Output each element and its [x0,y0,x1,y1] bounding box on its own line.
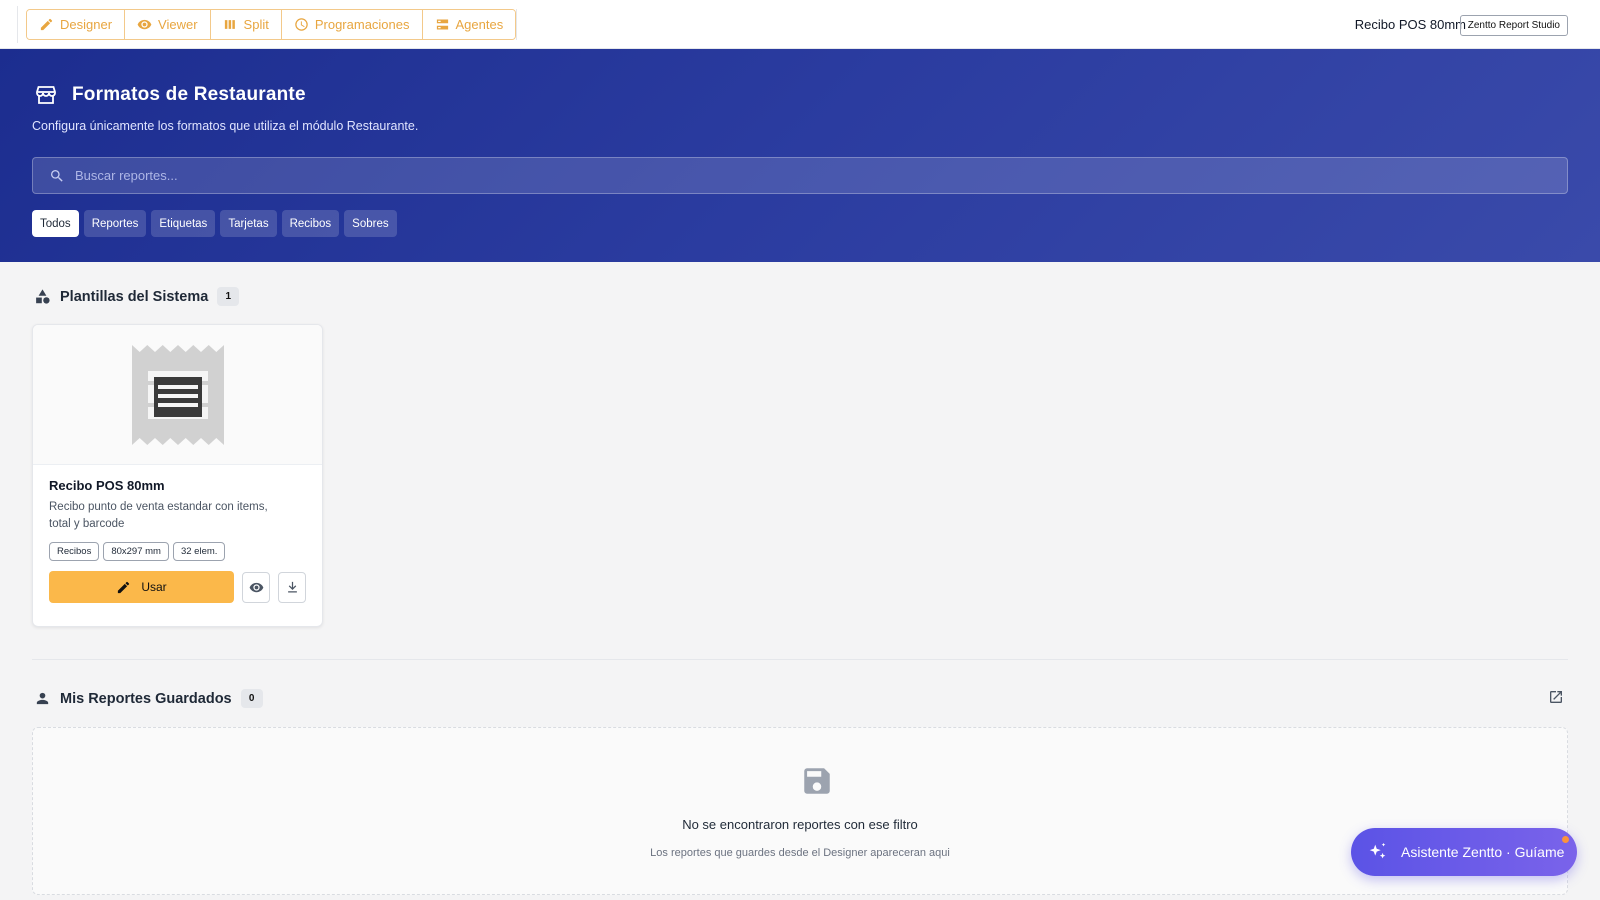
eye-icon [249,582,263,592]
mode-switcher: Designer Viewer Split Programaciones Age… [26,9,517,40]
search-box [32,157,1568,194]
section-title: Mis Reportes Guardados [60,690,232,707]
assistant-label: Asistente Zentto · Guíame [1401,844,1565,860]
toolbar-divider-left [17,6,18,43]
template-title: Recibo POS 80mm [49,478,165,493]
filter-chip-etiquetas[interactable]: Etiquetas [151,210,216,237]
eye-icon [137,19,152,30]
page-header: Formatos de Restaurante Configura únicam… [0,49,1600,262]
template-card[interactable]: Recibo POS 80mm Recibo punto de venta es… [32,324,323,627]
mode-label: Agentes [455,17,504,32]
save-icon [804,768,830,794]
tag-size: 80x297 mm [103,542,169,561]
page-title: Formatos de Restaurante [72,84,306,105]
open-external-button[interactable] [1548,689,1564,705]
tag-elements: 32 elem. [172,542,226,561]
filter-chip-reportes[interactable]: Reportes [83,210,147,237]
count-badge: 0 [240,689,263,708]
empty-state-subtitle: Los reportes que guardes desde el Design… [650,847,950,859]
preview-template-button[interactable] [242,571,270,603]
mode-designer-button[interactable]: Designer [27,10,126,39]
document-title: Recibo POS 80mm [1354,17,1466,32]
pencil-icon [40,18,53,31]
toolbar-divider-right [516,9,517,40]
mode-programaciones-button[interactable]: Programaciones [281,10,423,39]
notification-dot [1562,836,1569,843]
mode-label: Viewer [158,17,198,32]
filter-chip-tarjetas[interactable]: Tarjetas [220,210,277,237]
storefront-icon [36,86,56,104]
tag-category: Recibos [49,542,100,561]
mode-label: Split [243,17,269,32]
shapes-icon [36,289,50,304]
mode-agentes-button[interactable]: Agentes [422,10,516,39]
templates-section-header: Plantillas del Sistema 1 [34,287,240,306]
template-thumbnail [33,325,322,465]
count-badge: 1 [217,287,240,306]
download-icon [287,581,297,592]
template-description: Recibo punto de venta estandar con items… [49,501,268,530]
download-template-button[interactable] [278,571,306,603]
mode-viewer-button[interactable]: Viewer [125,10,211,39]
search-input[interactable] [75,168,1567,183]
open-in-new-icon [1550,691,1562,703]
top-toolbar: Designer Viewer Split Programaciones Age… [0,0,1600,49]
saved-section-header: Mis Reportes Guardados 0 [34,689,263,708]
sparkles-icon [1369,842,1386,859]
list-icon [436,19,448,30]
template-actions: Usar [49,571,306,603]
section-title: Plantillas del Sistema [60,288,209,305]
template-card-body: Recibo POS 80mm Recibo punto de venta es… [33,465,322,561]
filter-chip-todos[interactable]: Todos [32,210,79,237]
save-icon-wrapper [800,764,834,798]
filter-chip-recibos[interactable]: Recibos [281,210,340,237]
use-template-button[interactable]: Usar [49,571,234,603]
use-button-label: Usar [141,580,167,594]
search-icon [51,169,63,182]
mode-label: Programaciones [314,17,410,32]
clock-icon [295,18,308,31]
columns-icon [224,20,235,29]
receipt-icon [131,344,224,445]
assistant-button[interactable]: Asistente Zentto · Guíame [1351,828,1577,876]
mode-split-button[interactable]: Split [210,10,282,39]
mode-label: Designer [60,17,113,32]
page-title-row: Formatos de Restaurante [34,83,306,107]
person-icon [36,692,49,705]
template-tags: Recibos 80x297 mm 32 elem. [49,542,306,561]
filter-chips: Todos Reportes Etiquetas Tarjetas Recibo… [32,210,397,237]
empty-state-title: No se encontraron reportes con ese filtr… [682,817,918,832]
filter-chip-sobres[interactable]: Sobres [344,210,397,237]
brand-badge: Zentto Report Studio [1459,15,1568,36]
saved-reports-empty-state: No se encontraron reportes con ese filtr… [32,727,1568,895]
pencil-icon [118,581,130,593]
section-divider [32,659,1568,660]
page-subtitle: Configura únicamente los formatos que ut… [32,119,419,133]
